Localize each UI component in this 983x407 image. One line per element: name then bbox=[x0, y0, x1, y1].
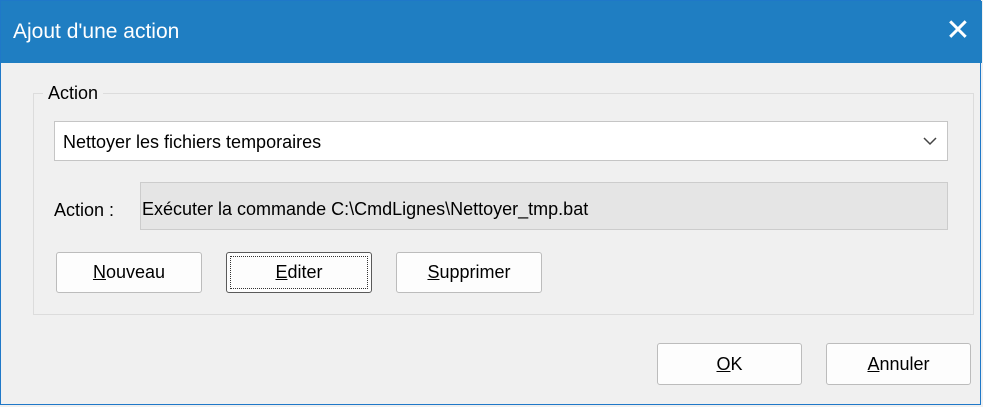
nouveau-button[interactable]: Nouveau bbox=[56, 252, 202, 293]
action-label: Action : bbox=[54, 200, 115, 220]
ok-button[interactable]: OK bbox=[657, 343, 802, 385]
chevron-down-icon[interactable] bbox=[922, 135, 938, 147]
supprimer-label: Supprimer bbox=[427, 262, 511, 282]
supprimer-button[interactable]: Supprimer bbox=[396, 252, 542, 293]
close-icon[interactable]: ✕ bbox=[938, 13, 978, 51]
ok-label: OK bbox=[716, 354, 743, 374]
annuler-label: Annuler bbox=[867, 354, 930, 374]
action-command-text: Exécuter la commande C:\CmdLignes\Nettoy… bbox=[142, 199, 589, 219]
action-combobox[interactable]: Nettoyer les fichiers temporaires bbox=[54, 121, 948, 161]
focus-ring bbox=[230, 256, 368, 289]
action-readonly-field: Exécuter la commande C:\CmdLignes\Nettoy… bbox=[140, 182, 948, 230]
nouveau-label: Nouveau bbox=[92, 262, 166, 282]
editer-button[interactable]: Editer bbox=[226, 252, 372, 293]
window-title: Ajout d'une action bbox=[13, 20, 180, 43]
combobox-value: Nettoyer les fichiers temporaires bbox=[63, 132, 322, 152]
title-bar[interactable]: Ajout d'une action ✕ bbox=[1, 1, 982, 63]
groupbox-label: Action bbox=[43, 81, 104, 105]
dialog: Ajout d'une action ✕ Action Nettoyer les… bbox=[0, 0, 982, 405]
annuler-button[interactable]: Annuler bbox=[826, 343, 971, 385]
